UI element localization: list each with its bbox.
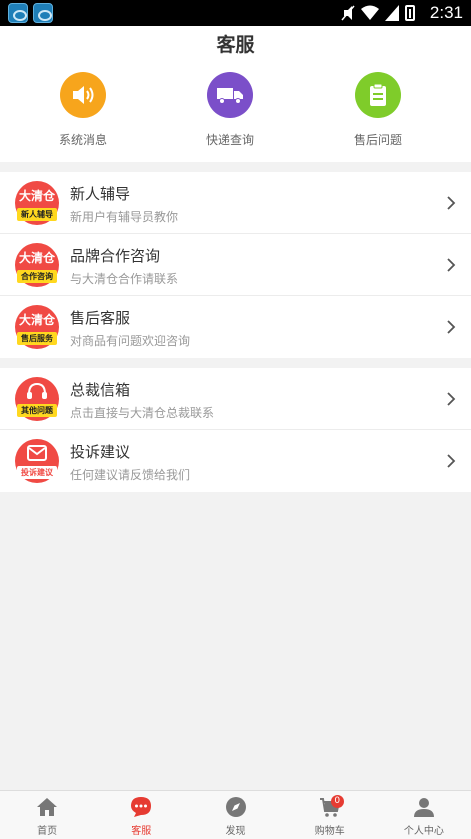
tab-customer-service[interactable]: 客服: [94, 791, 188, 839]
app-notification-icon: [33, 3, 53, 23]
header: 客服 系统消息 快递查询 售后问题: [0, 26, 471, 162]
envelope-badge-icon: 投诉建议: [15, 439, 59, 483]
item-subtitle: 对商品有问题欢迎咨询: [70, 334, 191, 348]
list-item-president-mailbox[interactable]: 其他问题 总裁信箱 点击直接与大清仓总裁联系: [0, 368, 471, 430]
clipboard-icon: [355, 72, 401, 118]
truck-icon: [207, 72, 253, 118]
clock: 2:31: [429, 3, 463, 22]
item-title: 品牌合作咨询: [70, 247, 161, 265]
chevron-right-icon: [447, 258, 456, 272]
mute-icon: [341, 5, 355, 21]
service-list: 大清仓 新人辅导 新人辅导 新用户有辅导员教你 大清仓 合作咨询 品牌合作咨询 …: [0, 172, 471, 358]
cart-count-badge: 0: [330, 795, 344, 808]
item-title: 总裁信箱: [70, 381, 131, 399]
quick-after-sales[interactable]: 售后问题: [328, 72, 428, 148]
speaker-icon: [60, 72, 106, 118]
chevron-right-icon: [447, 196, 456, 210]
person-icon: [413, 798, 434, 817]
status-bar: 2:31: [0, 0, 471, 26]
tab-discover[interactable]: 发现: [188, 791, 282, 839]
list-item-complaints-suggestions[interactable]: 投诉建议 投诉建议 任何建议请反馈给我们: [0, 430, 471, 492]
tab-profile[interactable]: 个人中心: [377, 791, 471, 839]
quick-system-messages[interactable]: 系统消息: [33, 72, 133, 148]
item-subtitle: 新用户有辅导员教你: [70, 210, 179, 224]
item-subtitle: 任何建议请反馈给我们: [70, 468, 191, 482]
item-title: 新人辅导: [70, 185, 131, 203]
home-icon: [37, 798, 58, 816]
list-item-brand-cooperation[interactable]: 大清仓 合作咨询 品牌合作咨询 与大清仓合作请联系: [0, 234, 471, 296]
system-icons: [341, 5, 415, 21]
chevron-right-icon: [447, 320, 456, 334]
quick-label: 系统消息: [58, 133, 107, 147]
quick-label: 快递查询: [205, 133, 254, 147]
list-item-after-sales-service[interactable]: 大清仓 售后服务 售后客服 对商品有问题欢迎咨询: [0, 296, 471, 358]
brand-badge-icon: 大清仓 合作咨询: [15, 243, 59, 287]
bottom-tab-bar: 首页 客服 发现 0 购物车 个人中心: [0, 790, 471, 839]
quick-label: 售后问题: [353, 133, 402, 147]
headset-badge-icon: 其他问题: [15, 377, 59, 421]
chevron-right-icon: [447, 454, 456, 468]
tab-cart[interactable]: 0 购物车: [283, 791, 377, 839]
quick-express-tracking[interactable]: 快递查询: [180, 72, 280, 148]
item-subtitle: 与大清仓合作请联系: [70, 272, 179, 286]
item-title: 售后客服: [70, 309, 131, 327]
page-title: 客服: [216, 34, 255, 56]
brand-badge-icon: 大清仓 售后服务: [15, 305, 59, 349]
signal-icon: [385, 5, 399, 21]
list-item-new-user-guide[interactable]: 大清仓 新人辅导 新人辅导 新用户有辅导员教你: [0, 172, 471, 234]
compass-icon: [225, 797, 246, 817]
brand-badge-icon: 大清仓 新人辅导: [15, 181, 59, 225]
chevron-right-icon: [447, 392, 456, 406]
app-notification-icon: [8, 3, 28, 23]
wifi-icon: [361, 5, 379, 20]
item-subtitle: 点击直接与大清仓总裁联系: [70, 406, 215, 420]
item-title: 投诉建议: [70, 443, 131, 461]
contact-list: 其他问题 总裁信箱 点击直接与大清仓总裁联系 投诉建议 投诉建议 任何建议请反馈…: [0, 368, 471, 492]
chat-icon: [131, 797, 152, 817]
battery-icon: [405, 5, 415, 21]
tab-home[interactable]: 首页: [0, 791, 94, 839]
